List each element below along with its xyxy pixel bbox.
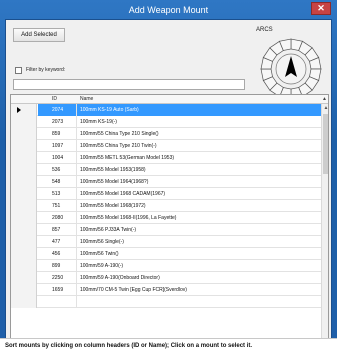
- cell-id[interactable]: 2080: [38, 212, 77, 224]
- mounts-table: ID Name ▲ 2074 100mm KS-19 Auto (Sarb) 207…: [10, 94, 329, 346]
- filter-label: Filter by keyword:: [26, 67, 66, 73]
- row-header[interactable]: [11, 140, 37, 152]
- cell-id[interactable]: 859: [38, 128, 77, 140]
- close-button[interactable]: ✕: [311, 2, 331, 15]
- arcs-selector[interactable]: [258, 36, 324, 102]
- row-header[interactable]: [11, 152, 37, 164]
- table-row[interactable]: 1004 100mm/55 METL 53(German Model 1953): [11, 152, 321, 164]
- cell-name[interactable]: 100mm/59 A-190(Onboard Director): [77, 272, 321, 284]
- table-row[interactable]: 751 100mm/55 Model 1968(1972): [11, 200, 321, 212]
- keyword-input[interactable]: [13, 79, 245, 90]
- table-row[interactable]: 899 100mm/59 A-190(-): [11, 260, 321, 272]
- table-row[interactable]: 1097 100mm/55 China Type 210 Twin(-): [11, 140, 321, 152]
- cell-name[interactable]: 100mm/56 PJ33A Twin(-): [77, 224, 321, 236]
- dialog-body: Add Selected ARCS Filter by keyword: ID …: [5, 19, 332, 348]
- table-row[interactable]: [11, 296, 321, 308]
- cell-id[interactable]: 536: [38, 164, 77, 176]
- table-row[interactable]: 2073 100mm KS-19(-): [11, 116, 321, 128]
- row-header[interactable]: [11, 236, 37, 248]
- cell-name[interactable]: 100mm KS-19 Auto (Sarb): [77, 104, 321, 116]
- table-row[interactable]: 548 100mm/55 Model 1964(1968?): [11, 176, 321, 188]
- row-header[interactable]: [11, 260, 37, 272]
- arcs-label: ARCS: [256, 27, 273, 33]
- add-selected-button[interactable]: Add Selected: [13, 28, 65, 42]
- cell-name[interactable]: 100mm KS-19(-): [77, 116, 321, 128]
- table-row[interactable]: 513 100mm/55 Model 1968 CADAM(1967): [11, 188, 321, 200]
- cell-id[interactable]: 513: [38, 188, 77, 200]
- title-bar[interactable]: Add Weapon Mount ✕: [0, 0, 337, 19]
- cell-id[interactable]: [38, 296, 77, 308]
- scroll-up-icon[interactable]: ▲: [322, 104, 328, 112]
- cell-id[interactable]: 899: [38, 260, 77, 272]
- status-text: Sort mounts by clicking on column header…: [5, 343, 253, 349]
- cell-id[interactable]: 2250: [38, 272, 77, 284]
- cell-name[interactable]: 100mm/55 China Type 210 Twin(-): [77, 140, 321, 152]
- status-bar: Sort mounts by clicking on column header…: [0, 338, 337, 354]
- filter-checkbox[interactable]: [15, 67, 22, 74]
- cell-name[interactable]: 100mm/70 CM-5 Twin [Egg Cup FCR](Sverdlo…: [77, 284, 321, 296]
- row-header[interactable]: [11, 128, 37, 140]
- table-row[interactable]: 536 100mm/55 Model 1953(1958): [11, 164, 321, 176]
- table-row[interactable]: 859 100mm/55 China Type 210 Single(): [11, 128, 321, 140]
- table-row[interactable]: 2080 100mm/55 Model 1968-II(1996, La Faye…: [11, 212, 321, 224]
- close-icon: ✕: [317, 3, 325, 13]
- dialog-window: Add Weapon Mount ✕ Add Selected ARCS Fil…: [0, 0, 337, 354]
- cell-id[interactable]: 1004: [38, 152, 77, 164]
- cell-id[interactable]: 2073: [38, 116, 77, 128]
- cell-id[interactable]: 2074: [38, 104, 77, 116]
- row-header[interactable]: [11, 224, 37, 236]
- cell-name[interactable]: 100mm/55 China Type 210 Single(): [77, 128, 321, 140]
- table-row[interactable]: 477 100mm/56 Single(-): [11, 236, 321, 248]
- vertical-scrollbar[interactable]: ▲: [321, 104, 328, 345]
- column-header-name[interactable]: Name: [80, 96, 93, 102]
- cell-name[interactable]: 100mm/59 A-190(-): [77, 260, 321, 272]
- scrollbar-thumb[interactable]: [323, 114, 328, 174]
- row-header[interactable]: [11, 284, 37, 296]
- cell-name[interactable]: 100mm/55 Model 1964(1968?): [77, 176, 321, 188]
- cell-name[interactable]: 100mm/55 METL 53(German Model 1953): [77, 152, 321, 164]
- row-header[interactable]: [11, 200, 37, 212]
- row-header[interactable]: [11, 188, 37, 200]
- cell-name[interactable]: [77, 296, 321, 308]
- table-header: ID Name ▲: [11, 95, 328, 104]
- cell-id[interactable]: 1659: [38, 284, 77, 296]
- cell-id[interactable]: 456: [38, 248, 77, 260]
- row-header[interactable]: [11, 296, 37, 308]
- cell-name[interactable]: 100mm/55 Model 1968 CADAM(1967): [77, 188, 321, 200]
- cell-name[interactable]: 100mm/55 Model 1968-II(1996, La Fayette): [77, 212, 321, 224]
- row-header[interactable]: [11, 116, 37, 128]
- cell-name[interactable]: 100mm/55 Model 1968(1972): [77, 200, 321, 212]
- cell-id[interactable]: 1097: [38, 140, 77, 152]
- cell-id[interactable]: 857: [38, 224, 77, 236]
- table-row[interactable]: 857 100mm/56 PJ33A Twin(-): [11, 224, 321, 236]
- row-header[interactable]: [11, 176, 37, 188]
- current-row-icon: [17, 107, 21, 113]
- table-row[interactable]: 1659 100mm/70 CM-5 Twin [Egg Cup FCR](Sve…: [11, 284, 321, 296]
- cell-id[interactable]: 548: [38, 176, 77, 188]
- sort-ascending-icon: ▲: [322, 96, 327, 102]
- row-header[interactable]: [11, 248, 37, 260]
- table-row[interactable]: 2250 100mm/59 A-190(Onboard Director): [11, 272, 321, 284]
- cell-name[interactable]: 100mm/56 Single(-): [77, 236, 321, 248]
- row-header[interactable]: [11, 272, 37, 284]
- cell-id[interactable]: 751: [38, 200, 77, 212]
- table-row[interactable]: 456 100mm/56 Twin(): [11, 248, 321, 260]
- row-header[interactable]: [11, 212, 37, 224]
- row-header[interactable]: [11, 164, 37, 176]
- cell-name[interactable]: 100mm/55 Model 1953(1958): [77, 164, 321, 176]
- row-header[interactable]: [11, 104, 37, 116]
- column-header-id[interactable]: ID: [52, 96, 57, 102]
- cell-name[interactable]: 100mm/56 Twin(): [77, 248, 321, 260]
- cell-id[interactable]: 477: [38, 236, 77, 248]
- window-title: Add Weapon Mount: [128, 5, 209, 15]
- table-row[interactable]: 2074 100mm KS-19 Auto (Sarb): [11, 104, 321, 116]
